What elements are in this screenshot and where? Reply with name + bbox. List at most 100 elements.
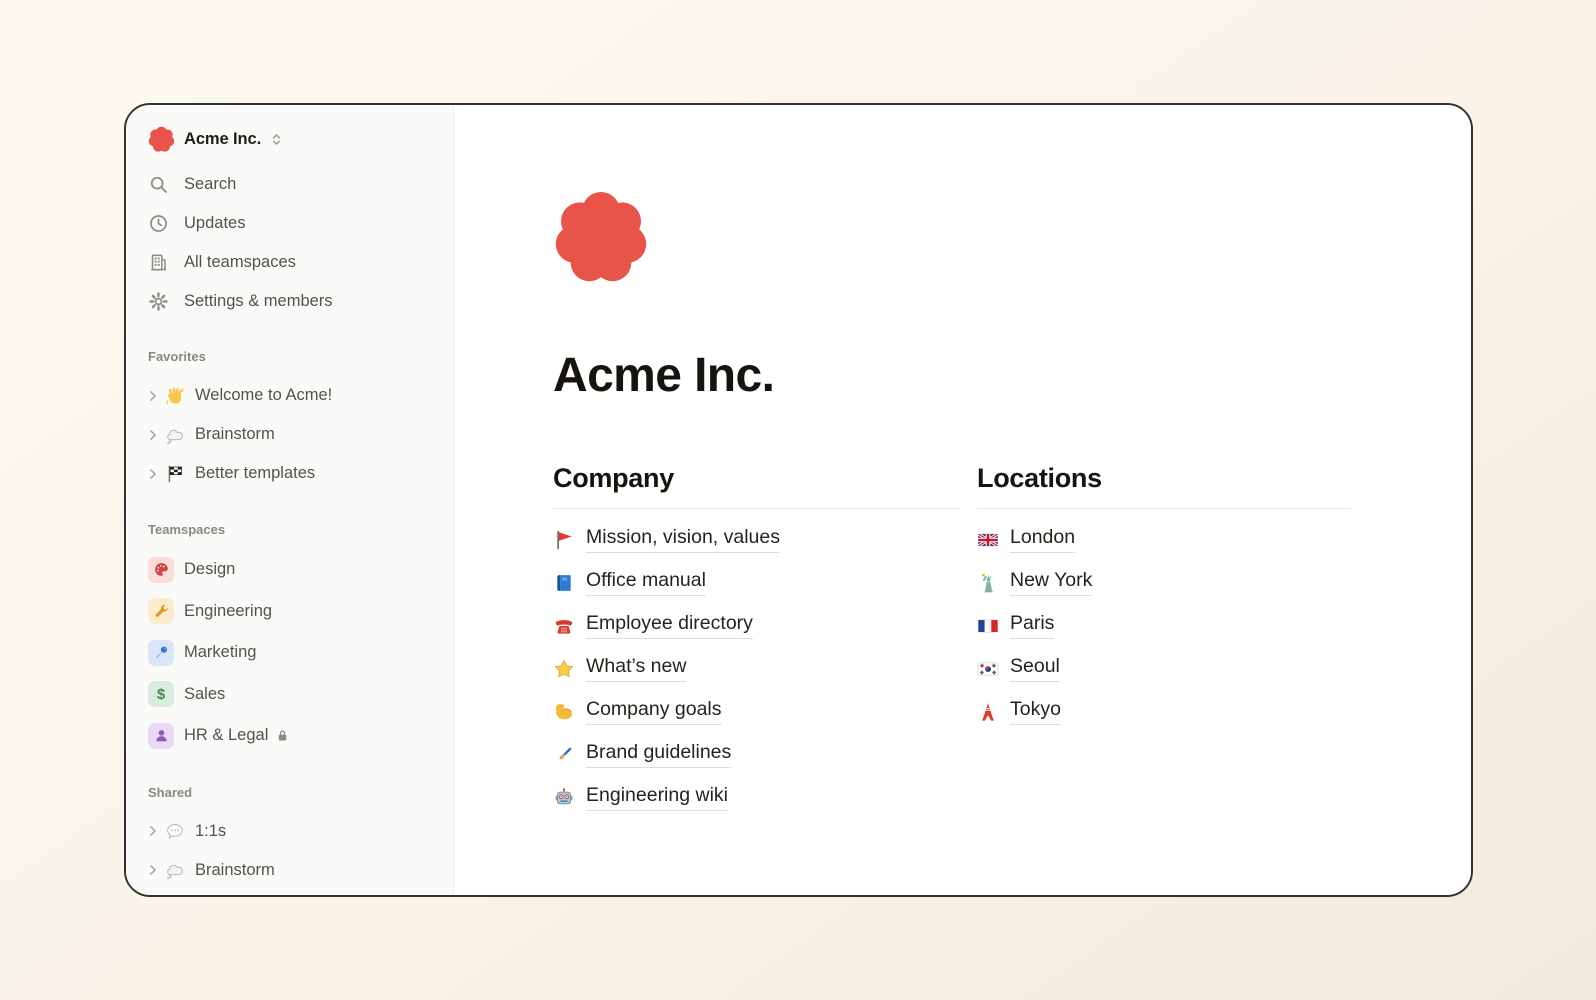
page-link-whats-new[interactable]: What’s new	[553, 647, 960, 690]
wrench-icon	[153, 603, 170, 620]
page-link-label: Seoul	[1010, 655, 1060, 683]
checkered-flag-icon	[165, 464, 185, 484]
sidebar-item-brainstorm-favorite[interactable]: Brainstorm	[126, 415, 453, 454]
sidebar-item-teamspace-hr-legal[interactable]: HR & Legal	[126, 715, 453, 757]
chevron-right-icon[interactable]	[146, 428, 160, 442]
chevron-right-icon[interactable]	[146, 824, 160, 838]
lock-icon	[275, 728, 290, 743]
sidebar-item-1-1s[interactable]: 1:1s	[126, 812, 453, 851]
hr-legal-teamspace-avatar	[148, 722, 174, 749]
sidebar-item-label: All teamspaces	[184, 253, 296, 271]
france-flag-icon	[977, 615, 999, 637]
teamspaces-section-label: Teamspaces	[148, 522, 226, 537]
page-link-new-york[interactable]: New York	[977, 561, 1351, 604]
sales-teamspace-avatar: $	[148, 681, 174, 708]
locations-link-list: London New York Paris Seoul Tokyo	[977, 509, 1351, 733]
push-pin-icon	[153, 644, 170, 661]
sidebar-item-label: Better templates	[195, 464, 316, 482]
page-link-label: Paris	[1010, 612, 1055, 640]
page-link-tokyo[interactable]: Tokyo	[977, 690, 1351, 733]
sidebar-item-label: Engineering	[184, 601, 273, 620]
sidebar-item-teamspace-marketing[interactable]: Marketing	[126, 632, 453, 674]
sidebar-item-welcome-to-acme[interactable]: Welcome to Acme!	[126, 376, 453, 415]
marketing-teamspace-avatar	[148, 639, 174, 666]
building-icon	[148, 252, 169, 273]
page-link-label: Mission, vision, values	[586, 526, 780, 554]
page-link-company-goals[interactable]: Company goals	[553, 690, 960, 733]
page-link-label: Tokyo	[1010, 698, 1061, 726]
workspace-switcher-icon	[269, 132, 284, 147]
page-logo-blob[interactable]	[553, 190, 649, 286]
design-teamspace-avatar	[148, 556, 174, 583]
page-title: Acme Inc.	[553, 349, 775, 402]
sidebar-item-teamspace-sales[interactable]: $ Sales	[126, 674, 453, 716]
page-link-paris[interactable]: Paris	[977, 604, 1351, 647]
page-link-employee-directory[interactable]: Employee directory	[553, 604, 960, 647]
page-link-label: Company goals	[586, 698, 722, 726]
page-link-london[interactable]: London	[977, 518, 1351, 561]
blue-book-icon	[553, 572, 575, 594]
workspace-switcher[interactable]: Acme Inc.	[126, 125, 453, 153]
uk-flag-icon	[977, 529, 999, 551]
speech-bubble-icon	[165, 821, 185, 841]
person-icon	[153, 727, 170, 744]
page-link-label: Brand guidelines	[586, 741, 732, 769]
south-korea-flag-icon	[977, 658, 999, 680]
thought-cloud-icon	[165, 425, 185, 445]
sidebar-item-label: Marketing	[184, 643, 257, 662]
robot-icon	[553, 787, 575, 809]
sidebar-item-label: Brainstorm	[195, 860, 275, 879]
page-link-seoul[interactable]: Seoul	[977, 647, 1351, 690]
app-window: Acme Inc. Search Updates All teamspaces …	[124, 103, 1473, 897]
thought-cloud-icon	[165, 860, 185, 880]
sidebar-item-label: Brainstorm	[195, 425, 275, 443]
flag-icon	[553, 529, 575, 551]
sidebar-item-settings-members[interactable]: Settings & members	[126, 282, 453, 321]
sidebar-item-updates[interactable]: Updates	[126, 204, 453, 243]
company-heading: Company	[553, 463, 960, 510]
sidebar-item-label: Updates	[184, 214, 246, 232]
page-link-label: Office manual	[586, 569, 706, 597]
search-icon	[148, 174, 169, 195]
page-link-label: Engineering wiki	[586, 784, 728, 812]
clock-icon	[148, 213, 169, 234]
company-link-list: Mission, vision, values Office manual Em…	[553, 509, 960, 819]
page-link-label: What’s new	[586, 655, 687, 683]
sidebar-item-label: HR & Legal	[184, 726, 269, 745]
sidebar-item-label: Welcome to Acme!	[195, 386, 333, 404]
dollar-icon: $	[156, 685, 166, 703]
chevron-right-icon[interactable]	[146, 467, 160, 481]
page-columns: Company Mission, vision, values Office m…	[553, 463, 1471, 819]
chevron-right-icon[interactable]	[146, 389, 160, 403]
page-link-mission-vision-values[interactable]: Mission, vision, values	[553, 518, 960, 561]
red-phone-icon	[553, 615, 575, 637]
tokyo-tower-icon	[977, 701, 999, 723]
sidebar-item-label: Search	[184, 175, 237, 193]
page-content: Acme Inc. Company Mission, vision, value…	[454, 105, 1471, 895]
chevron-right-icon[interactable]	[146, 863, 160, 877]
sidebar-item-all-teamspaces[interactable]: All teamspaces	[126, 243, 453, 282]
sidebar-item-label: Sales	[184, 684, 226, 703]
sidebar-item-better-templates[interactable]: Better templates	[126, 454, 453, 493]
page-link-engineering-wiki[interactable]: Engineering wiki	[553, 776, 960, 819]
statue-of-liberty-icon	[977, 572, 999, 594]
sidebar-item-teamspace-engineering[interactable]: Engineering	[126, 591, 453, 633]
sidebar-item-label: Design	[184, 560, 236, 579]
star-icon	[553, 658, 575, 680]
paintbrush-icon	[553, 744, 575, 766]
locations-column: Locations London New York Paris Seoul To…	[977, 463, 1351, 819]
sidebar-item-brainstorm-shared[interactable]: Brainstorm	[126, 851, 453, 890]
sidebar: Acme Inc. Search Updates All teamspaces …	[126, 105, 454, 895]
sidebar-item-search[interactable]: Search	[126, 165, 453, 204]
sidebar-item-label: 1:1s	[195, 821, 227, 840]
page-link-brand-guidelines[interactable]: Brand guidelines	[553, 733, 960, 776]
page-link-office-manual[interactable]: Office manual	[553, 561, 960, 604]
favorites-section-label: Favorites	[148, 349, 206, 364]
gear-icon	[148, 291, 169, 312]
shared-section-label: Shared	[148, 784, 193, 800]
workspace-logo-icon	[148, 126, 175, 153]
page-link-label: New York	[1010, 569, 1093, 597]
locations-heading: Locations	[977, 463, 1351, 510]
sidebar-item-teamspace-design[interactable]: Design	[126, 549, 453, 591]
engineering-teamspace-avatar	[148, 598, 174, 625]
